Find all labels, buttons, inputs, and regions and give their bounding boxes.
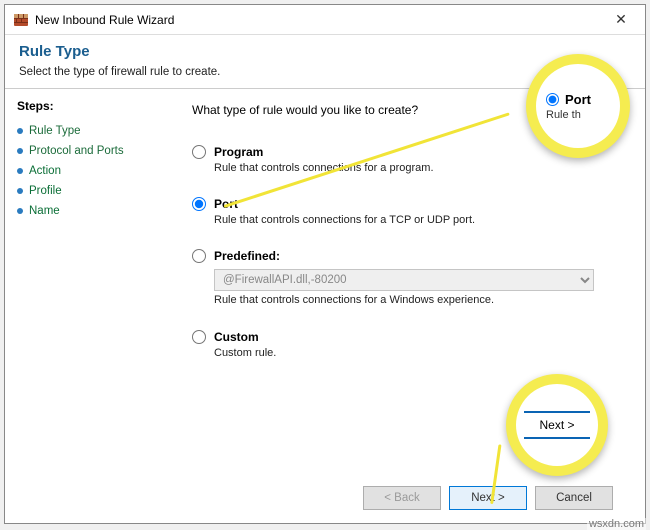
option-program-row[interactable]: Program [192,145,625,159]
page-title: Rule Type [19,43,629,60]
step-protocol-and-ports[interactable]: Protocol and Ports [17,141,172,161]
radio-port[interactable] [192,197,206,211]
option-predefined-desc: Rule that controls connections for a Win… [214,294,625,307]
option-predefined-row[interactable]: Predefined [192,249,625,263]
page-subtitle: Select the type of firewall rule to crea… [19,66,629,78]
option-custom-label: Custom [214,330,259,344]
title-bar: New Inbound Rule Wizard ✕ [5,5,645,35]
option-custom-desc: Custom rule. [214,347,625,360]
step-label: Rule Type [29,125,81,137]
step-label: Protocol and Ports [29,145,124,157]
bullet-icon [17,188,23,194]
back-button[interactable]: < Back [363,486,441,510]
step-name[interactable]: Name [17,201,172,221]
bullet-icon [17,168,23,174]
option-custom-row[interactable]: Custom [192,330,625,344]
option-port-label: Port [214,197,238,211]
wizard-body: Steps: Rule Type Protocol and Ports Acti… [5,88,645,523]
steps-pane: Steps: Rule Type Protocol and Ports Acti… [5,89,180,523]
wizard-footer: < Back Next > Cancel [192,481,625,523]
option-predefined-label: Predefined [214,249,280,263]
option-port-desc: Rule that controls connections for a TCP… [214,214,625,227]
bullet-icon [17,128,23,134]
option-program-desc: Rule that controls connections for a pro… [214,162,625,175]
predefined-select[interactable]: @FirewallAPI.dll,-80200 [214,269,594,291]
step-label: Profile [29,185,62,197]
radio-predefined[interactable] [192,249,206,263]
wizard-header: Rule Type Select the type of firewall ru… [5,35,645,88]
step-profile[interactable]: Profile [17,181,172,201]
radio-custom[interactable] [192,330,206,344]
rule-type-question: What type of rule would you like to crea… [192,103,625,117]
option-program-label: Program [214,145,263,159]
option-predefined: Predefined @FirewallAPI.dll,-80200 Rule … [192,249,625,307]
step-rule-type[interactable]: Rule Type [17,121,172,141]
option-port: Port Rule that controls connections for … [192,197,625,227]
window-title: New Inbound Rule Wizard [35,13,601,27]
steps-heading: Steps: [17,99,172,113]
step-label: Name [29,205,60,217]
radio-program[interactable] [192,145,206,159]
step-label: Action [29,165,61,177]
firewall-icon [13,12,29,28]
wizard-window: New Inbound Rule Wizard ✕ Rule Type Sele… [4,4,646,524]
close-icon: ✕ [615,11,627,28]
bullet-icon [17,208,23,214]
option-port-row[interactable]: Port [192,197,625,211]
next-button[interactable]: Next > [449,486,527,510]
main-pane: What type of rule would you like to crea… [180,89,645,523]
bullet-icon [17,148,23,154]
option-program: Program Rule that controls connections f… [192,145,625,175]
cancel-button[interactable]: Cancel [535,486,613,510]
option-custom: Custom Custom rule. [192,330,625,360]
step-action[interactable]: Action [17,161,172,181]
close-button[interactable]: ✕ [601,6,641,34]
